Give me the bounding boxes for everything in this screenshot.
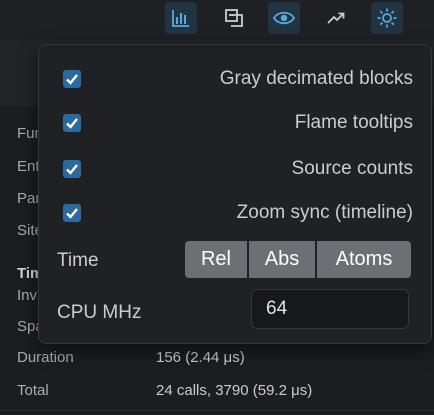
cpu-mhz-input[interactable]: 64: [251, 289, 409, 329]
total-value: 24 calls, 3790 (59.2 μs): [156, 382, 313, 399]
time-mode-selector: Rel Abs Atoms: [185, 241, 411, 278]
option-source-counts[interactable]: Source counts: [63, 158, 413, 186]
background-label: Ent: [17, 158, 40, 175]
background-label: Par: [17, 190, 41, 207]
divider: [0, 410, 434, 411]
check-icon: [66, 74, 78, 85]
toolbar: [0, 0, 434, 40]
eye-icon: [273, 8, 295, 28]
copy-frames-button[interactable]: [218, 2, 250, 34]
cpu-mhz-value: 64: [266, 298, 288, 319]
cpu-mhz-label: CPU MHz: [57, 302, 142, 323]
histogram-toggle-button[interactable]: [165, 2, 197, 34]
time-rel-button[interactable]: Rel: [185, 241, 247, 278]
copy-frames-icon: [224, 8, 244, 28]
check-icon: [66, 118, 78, 129]
option-flame-tooltips[interactable]: Flame tooltips: [63, 112, 413, 140]
checkbox[interactable]: [63, 160, 81, 178]
trend-arrow-icon: [326, 8, 346, 28]
option-gray-decimated-blocks[interactable]: Gray decimated blocks: [63, 68, 413, 96]
duration-value: 156 (2.44 μs): [156, 349, 245, 366]
time-label: Time: [57, 250, 99, 271]
checkbox[interactable]: [63, 114, 81, 132]
checkbox[interactable]: [63, 70, 81, 88]
background-label: Inv: [17, 287, 38, 304]
time-atoms-button[interactable]: Atoms: [317, 241, 411, 278]
option-label: Gray decimated blocks: [219, 68, 413, 89]
settings-popover: Gray decimated blocks Flame tooltips Sou…: [38, 44, 432, 344]
check-icon: [66, 208, 78, 219]
checkbox[interactable]: [63, 204, 81, 222]
time-abs-button[interactable]: Abs: [249, 241, 315, 278]
option-label: Flame tooltips: [294, 112, 413, 133]
total-label: Total: [17, 382, 49, 399]
bar-chart-icon: [171, 8, 191, 28]
trend-button[interactable]: [320, 2, 352, 34]
visibility-toggle-button[interactable]: [268, 2, 300, 34]
option-zoom-sync[interactable]: Zoom sync (timeline): [63, 202, 413, 230]
option-label: Zoom sync (timeline): [236, 202, 413, 223]
settings-button[interactable]: [371, 2, 403, 34]
option-label: Source counts: [291, 158, 413, 179]
check-icon: [66, 164, 78, 175]
sun-icon: [376, 7, 398, 29]
duration-label: Duration: [17, 349, 74, 366]
